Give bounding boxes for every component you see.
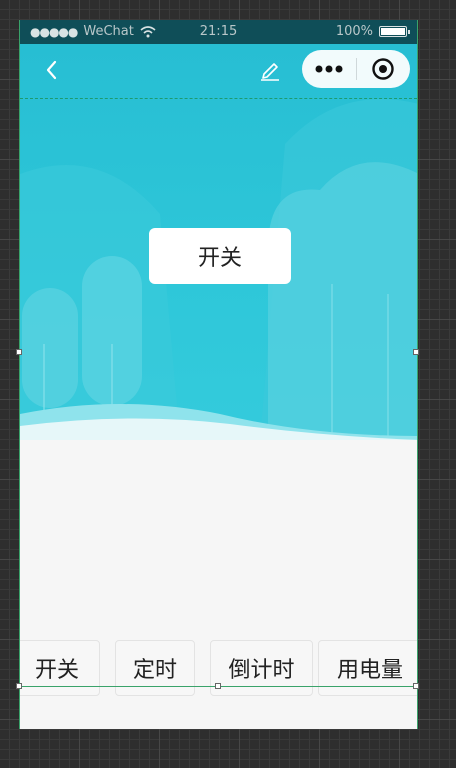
phone-screen: ●●●●● WeChat 21:15 100% 开关 开关 定时 倒计时 用电量	[19, 20, 418, 729]
resize-handle[interactable]	[413, 349, 419, 355]
resize-handle[interactable]	[16, 683, 22, 689]
hero-banner: 开关	[20, 44, 417, 440]
exit-button[interactable]	[356, 50, 410, 88]
resize-handle[interactable]	[413, 683, 419, 689]
resize-handle[interactable]	[16, 349, 22, 355]
more-dots-icon	[315, 65, 343, 73]
power-toggle-button[interactable]: 开关	[149, 228, 291, 284]
tab-switch[interactable]: 开关	[20, 640, 100, 696]
record-icon	[372, 58, 394, 80]
more-button[interactable]	[302, 50, 356, 88]
mini-program-capsule	[302, 50, 410, 88]
pencil-icon[interactable]	[258, 58, 282, 82]
resize-handle[interactable]	[215, 683, 221, 689]
battery-icon	[379, 26, 410, 37]
tab-timer[interactable]: 定时	[115, 640, 195, 696]
tab-power-usage[interactable]: 用电量	[318, 640, 417, 696]
back-icon[interactable]	[40, 58, 64, 82]
navigation-bar	[20, 44, 417, 99]
battery-percent: 100%	[335, 24, 373, 39]
status-bar: ●●●●● WeChat 21:15 100%	[20, 20, 417, 44]
tab-countdown[interactable]: 倒计时	[210, 640, 313, 696]
